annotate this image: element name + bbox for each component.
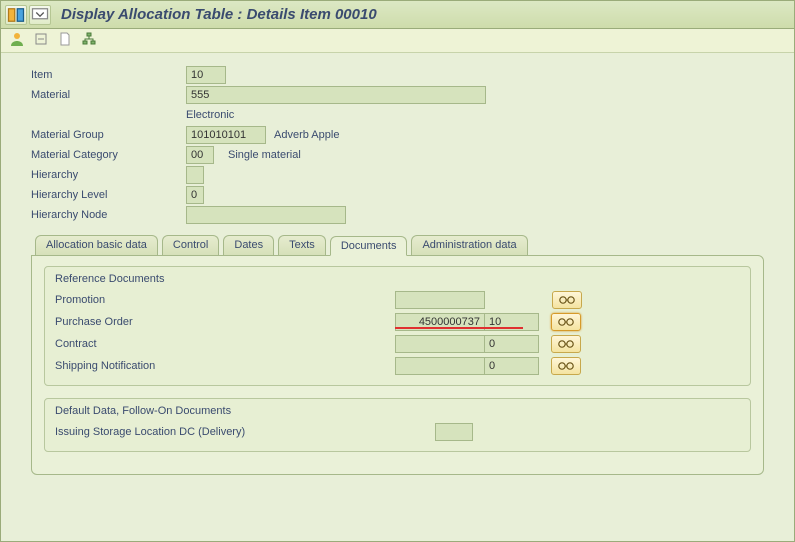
issuing-sloc-field bbox=[435, 423, 473, 441]
app-toolbar bbox=[1, 29, 794, 53]
material-category-desc: Single material bbox=[228, 149, 301, 161]
user-icon[interactable] bbox=[9, 31, 25, 50]
material-category-label: Material Category bbox=[31, 149, 186, 161]
promotion-label: Promotion bbox=[55, 294, 395, 306]
tab-control[interactable]: Control bbox=[162, 235, 219, 255]
contract-display-button[interactable] bbox=[551, 335, 581, 353]
contract-label: Contract bbox=[55, 338, 395, 350]
content-area: Item 10 Material 555 Electronic Material… bbox=[1, 53, 794, 483]
titlebar: Display Allocation Table : Details Item … bbox=[1, 1, 794, 29]
shipping-notification-field bbox=[395, 357, 485, 375]
default-data-title: Default Data, Follow-On Documents bbox=[45, 405, 750, 421]
item-label: Item bbox=[31, 69, 186, 81]
tab-dates[interactable]: Dates bbox=[223, 235, 274, 255]
page-title: Display Allocation Table : Details Item … bbox=[61, 6, 377, 23]
collapse-icon[interactable] bbox=[33, 31, 49, 50]
material-group-desc: Adverb Apple bbox=[274, 129, 339, 141]
hierarchy-node-field bbox=[186, 206, 346, 224]
material-category-field: 00 bbox=[186, 146, 214, 164]
material-group-label: Material Group bbox=[31, 129, 186, 141]
promotion-field bbox=[395, 291, 485, 309]
annotation-underline bbox=[395, 327, 523, 329]
tab-allocation-basic-data[interactable]: Allocation basic data bbox=[35, 235, 158, 255]
issuing-sloc-label: Issuing Storage Location DC (Delivery) bbox=[55, 426, 435, 438]
hierarchy-field bbox=[186, 166, 204, 184]
menu-icon[interactable] bbox=[5, 5, 27, 25]
document-icon[interactable] bbox=[57, 31, 73, 50]
hierarchy-node-label: Hierarchy Node bbox=[31, 209, 186, 221]
contract-item-field: 0 bbox=[484, 335, 539, 353]
tab-documents[interactable]: Documents bbox=[330, 236, 408, 256]
item-field: 10 bbox=[186, 66, 226, 84]
tabstrip: Allocation basic data Control Dates Text… bbox=[35, 235, 764, 255]
tab-administration-data[interactable]: Administration data bbox=[411, 235, 527, 255]
purchase-order-display-button[interactable] bbox=[551, 313, 581, 331]
hierarchy-label: Hierarchy bbox=[31, 169, 186, 181]
tab-panel-documents: Reference Documents Promotion Purchase O… bbox=[31, 255, 764, 475]
shipping-notification-item-field: 0 bbox=[484, 357, 539, 375]
reference-documents-title: Reference Documents bbox=[45, 273, 750, 289]
tab-texts[interactable]: Texts bbox=[278, 235, 326, 255]
default-data-group: Default Data, Follow-On Documents Issuin… bbox=[44, 398, 751, 452]
material-desc: Electronic bbox=[186, 109, 234, 121]
material-group-field: 101010101 bbox=[186, 126, 266, 144]
shipping-notification-display-button[interactable] bbox=[551, 357, 581, 375]
shipping-notification-label: Shipping Notification bbox=[55, 360, 395, 372]
promotion-display-button[interactable] bbox=[552, 291, 582, 309]
material-label: Material bbox=[31, 89, 186, 101]
contract-field bbox=[395, 335, 485, 353]
hierarchy-icon[interactable] bbox=[81, 31, 97, 50]
hierarchy-level-field: 0 bbox=[186, 186, 204, 204]
reference-documents-group: Reference Documents Promotion Purchase O… bbox=[44, 266, 751, 386]
hierarchy-level-label: Hierarchy Level bbox=[31, 189, 186, 201]
purchase-order-label: Purchase Order bbox=[55, 316, 395, 328]
material-field: 555 bbox=[186, 86, 486, 104]
dropdown-icon[interactable] bbox=[29, 5, 51, 25]
